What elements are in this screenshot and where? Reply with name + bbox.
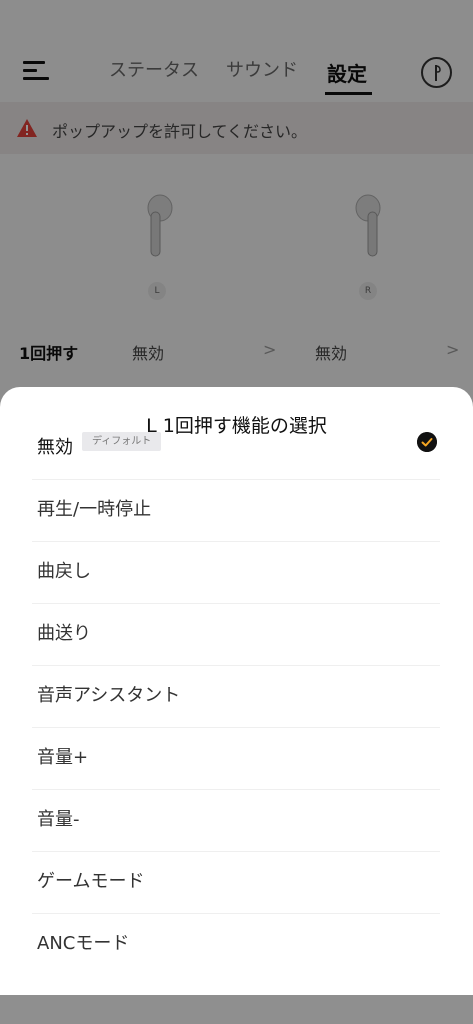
bottom-backdrop-strip — [0, 995, 473, 1024]
option-game-mode[interactable]: ゲームモード — [32, 852, 440, 914]
checkmark-icon — [417, 432, 437, 452]
option-volume-up[interactable]: 音量+ — [32, 728, 440, 790]
option-disabled[interactable]: 無効 ディフォルト — [32, 418, 440, 480]
option-previous-track[interactable]: 曲戻し — [32, 542, 440, 604]
option-label: 音量- — [37, 809, 80, 830]
option-play-pause[interactable]: 再生/一時停止 — [32, 480, 440, 542]
option-label: 音声アシスタント — [37, 685, 181, 706]
option-label: 音量+ — [37, 747, 89, 768]
option-volume-down[interactable]: 音量- — [32, 790, 440, 852]
option-label: ANCモード — [37, 933, 130, 954]
option-label: 再生/一時停止 — [37, 499, 152, 520]
option-label: 曲送り — [37, 623, 91, 644]
default-badge: ディフォルト — [82, 432, 162, 451]
option-label: 曲戻し — [37, 561, 91, 582]
option-next-track[interactable]: 曲送り — [32, 604, 440, 666]
option-anc-mode[interactable]: ANCモード — [32, 914, 440, 976]
option-label: 無効 — [37, 437, 73, 458]
option-label: ゲームモード — [37, 871, 145, 892]
function-select-sheet: L 1回押す機能の選択 無効 ディフォルト 再生/一時停止 曲戻し 曲送り 音声… — [0, 387, 473, 995]
option-voice-assistant[interactable]: 音声アシスタント — [32, 666, 440, 728]
